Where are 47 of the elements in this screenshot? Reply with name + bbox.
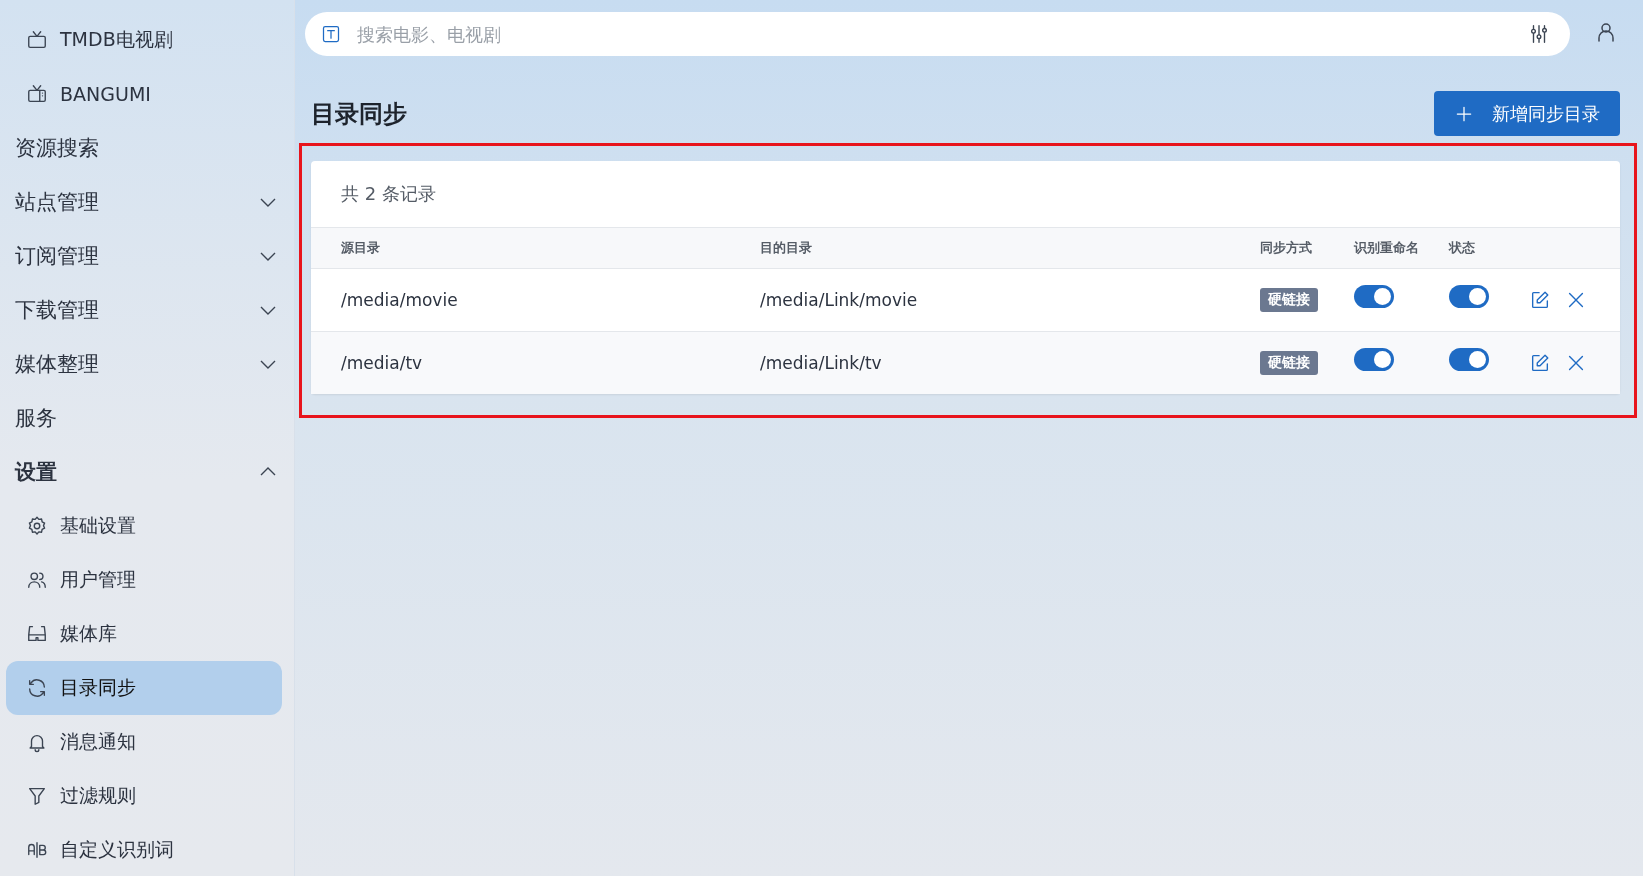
table-cell-text: /media/Link/movie bbox=[760, 290, 919, 310]
column-header: 同步方式 bbox=[1260, 239, 1313, 257]
table-cell-text: /media/movie bbox=[341, 290, 459, 310]
sidebar-group[interactable]: 媒体整理 bbox=[6, 337, 282, 391]
toggle-switch[interactable] bbox=[1354, 347, 1394, 371]
edit-button[interactable] bbox=[1529, 352, 1551, 374]
table-cell-text: /media/tv bbox=[341, 353, 424, 373]
sidebar-group[interactable]: 站点管理 bbox=[6, 175, 282, 229]
search-field[interactable]: 搜索电影、电视剧 bbox=[305, 12, 1570, 56]
add-button[interactable]: 新增同步目录 bbox=[1434, 91, 1620, 136]
column-header: 目的目录 bbox=[760, 239, 813, 257]
tv-icon bbox=[26, 29, 48, 51]
tv-icon bbox=[26, 83, 48, 105]
sidebar-item[interactable]: 媒体库 bbox=[6, 607, 282, 661]
toggle-switch[interactable] bbox=[1449, 284, 1489, 308]
table-cell-text: /media/Link/tv bbox=[760, 353, 883, 373]
edit-icon bbox=[1529, 289, 1551, 311]
sidebar-item[interactable]: TMDB电视剧 bbox=[6, 13, 282, 67]
edit-icon bbox=[1529, 352, 1551, 374]
column-header: 识别重命名 bbox=[1354, 239, 1420, 257]
page-title: 目录同步 bbox=[311, 98, 407, 130]
users-icon bbox=[26, 569, 48, 591]
sidebar-item[interactable]: BANGUMI bbox=[6, 67, 282, 121]
sidebar-group[interactable]: 订阅管理 bbox=[6, 229, 282, 283]
sidebar-item[interactable]: 服务 bbox=[6, 391, 282, 445]
toggle-switch[interactable] bbox=[1449, 347, 1489, 371]
gear-icon bbox=[26, 515, 48, 537]
sidebar-item[interactable]: 消息通知 bbox=[6, 715, 282, 769]
sidebar-item[interactable]: 资源搜索 bbox=[6, 121, 282, 175]
column-header: 源目录 bbox=[341, 239, 381, 257]
sidebar-group[interactable]: 设置 bbox=[6, 445, 282, 499]
sidebar-item[interactable]: 目录同步 bbox=[6, 661, 282, 715]
sidebar-item[interactable]: 用户管理 bbox=[6, 553, 282, 607]
ab-icon bbox=[26, 839, 48, 861]
sidebar-group[interactable]: 下载管理 bbox=[6, 283, 282, 337]
sidebar-item[interactable]: 基础设置 bbox=[6, 499, 282, 553]
text-box-icon bbox=[321, 24, 341, 44]
mode-tag: 硬链接 bbox=[1260, 288, 1318, 312]
sync-icon bbox=[26, 677, 48, 699]
edit-button[interactable] bbox=[1529, 289, 1551, 311]
sidebar-item[interactable]: 过滤规则 bbox=[6, 769, 282, 823]
sliders-icon bbox=[1528, 23, 1550, 45]
filter-icon bbox=[26, 785, 48, 807]
column-header: 状态 bbox=[1449, 239, 1476, 257]
toggle-switch[interactable] bbox=[1354, 284, 1394, 308]
sidebar-item[interactable]: 自定义识别词 bbox=[6, 823, 282, 876]
mode-tag: 硬链接 bbox=[1260, 351, 1318, 375]
